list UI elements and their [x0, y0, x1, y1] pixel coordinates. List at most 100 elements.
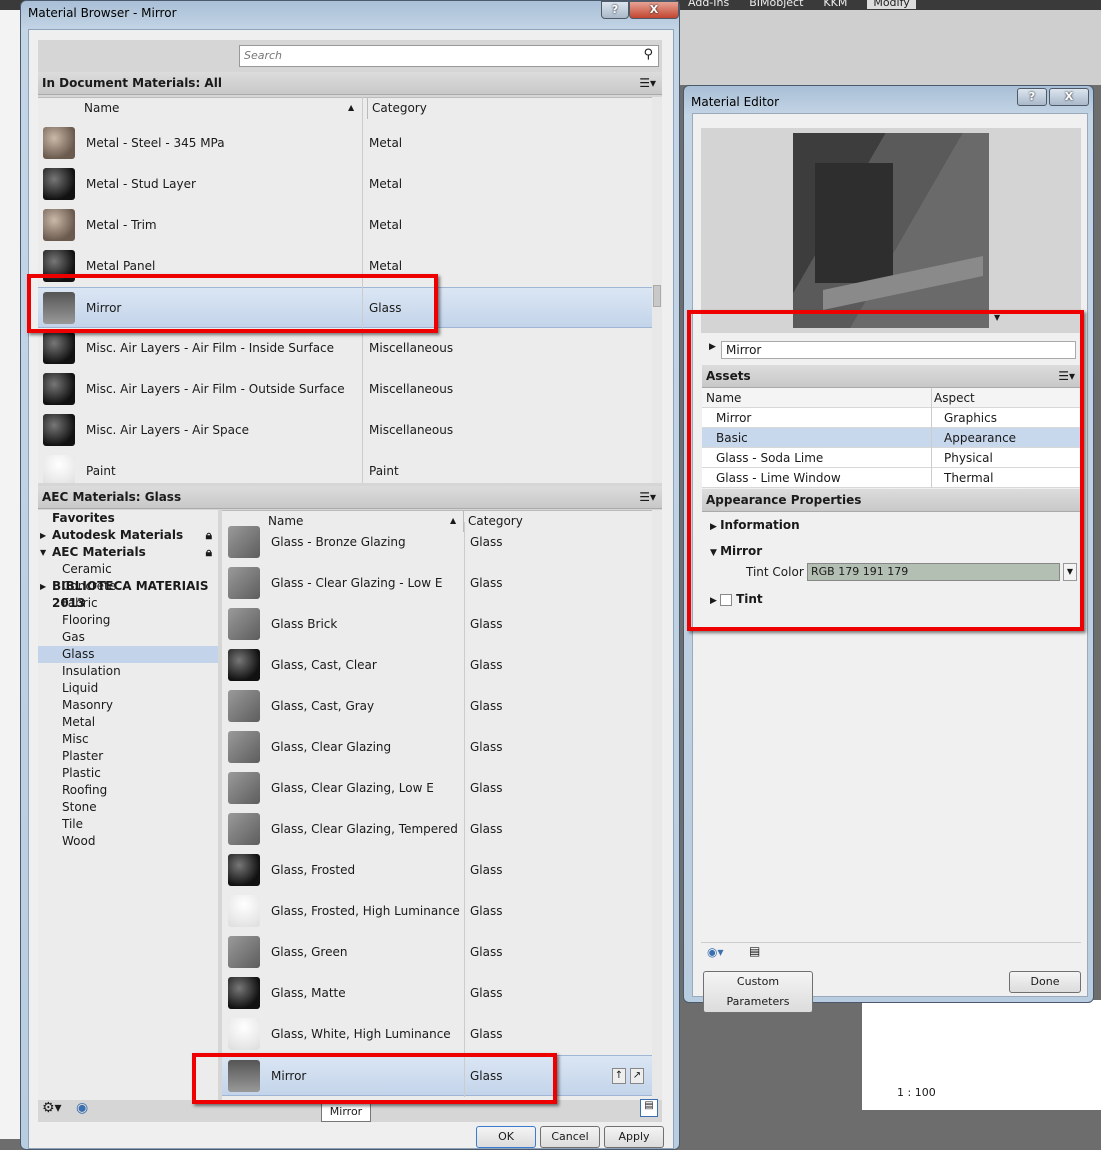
- tree-item[interactable]: Tile: [38, 816, 218, 833]
- close-button[interactable]: X: [1049, 88, 1089, 106]
- library-material-row[interactable]: Glass, Cast, Gray Glass: [222, 686, 652, 727]
- material-thumbnail: [43, 168, 75, 200]
- help-button[interactable]: ?: [601, 1, 629, 19]
- window-title: Material Browser - Mirror: [28, 6, 177, 20]
- apply-button[interactable]: Apply: [604, 1126, 664, 1148]
- col-name[interactable]: Name: [84, 97, 119, 119]
- library-material-row[interactable]: Glass - Clear Glazing - Low E Glass: [222, 563, 652, 604]
- library-list: Name ▲ Category Glass - Bronze Glazing G…: [222, 510, 652, 1100]
- tree-item[interactable]: Misc: [38, 731, 218, 748]
- toggle-library-icon[interactable]: ▤: [640, 1099, 658, 1117]
- browser-content: Search ⚲ In Document Materials: All ☰▾ N…: [38, 40, 662, 1122]
- tree-item[interactable]: Wood: [38, 833, 218, 850]
- library-material-row[interactable]: Glass, Clear Glazing Glass: [222, 727, 652, 768]
- material-thumbnail: [228, 772, 260, 804]
- material-row[interactable]: Misc. Air Layers - Air Space Miscellaneo…: [38, 410, 652, 451]
- list-view-icon[interactable]: ☰▾: [639, 72, 656, 94]
- tree-item[interactable]: Stone: [38, 799, 218, 816]
- tree-item[interactable]: Metal: [38, 714, 218, 731]
- close-button[interactable]: X: [629, 1, 679, 19]
- search-icon[interactable]: ⚲: [643, 47, 653, 62]
- tree-item[interactable]: Ceramic: [38, 561, 218, 578]
- create-material-icon[interactable]: ◉: [76, 1100, 88, 1116]
- doc-scrollbar[interactable]: [652, 97, 662, 483]
- material-thumbnail: [228, 608, 260, 640]
- list-view-icon[interactable]: ☰▾: [639, 486, 656, 508]
- material-name: Metal - Stud Layer: [86, 177, 196, 191]
- library-material-row[interactable]: Glass - Bronze Glazing Glass: [222, 522, 652, 563]
- tree-item[interactable]: Plaster: [38, 748, 218, 765]
- tree-item[interactable]: Insulation: [38, 663, 218, 680]
- doc-materials-header: In Document Materials: All ☰▾: [38, 72, 662, 95]
- ok-button[interactable]: OK: [476, 1126, 536, 1148]
- highlight-doc-mirror: [27, 274, 438, 333]
- library-header: AEC Materials: Glass ☰▾: [38, 486, 662, 509]
- library-rows: Glass - Bronze Glazing Glass Glass - Cle…: [222, 522, 652, 1100]
- material-category: Glass: [470, 986, 503, 1000]
- library-material-row[interactable]: Glass, Matte Glass: [222, 973, 652, 1014]
- library-material-row[interactable]: Glass, White, High Luminance Glass: [222, 1014, 652, 1055]
- material-name: Glass - Clear Glazing - Low E: [271, 576, 443, 590]
- tree-biblioteca[interactable]: ▶ BIBLIOTECA MATERIAIS 2013: [38, 578, 218, 610]
- material-category: Paint: [369, 464, 399, 478]
- tree-item[interactable]: Gas: [38, 629, 218, 646]
- material-name: Glass, Matte: [271, 986, 346, 1000]
- ribbon-tab[interactable]: Add-Ins: [688, 0, 729, 9]
- tree-item[interactable]: Roofing: [38, 782, 218, 799]
- tree-favorites[interactable]: Favorites: [38, 510, 218, 527]
- settings-gear-icon[interactable]: ⚙▾: [42, 1100, 62, 1116]
- done-button[interactable]: Done: [1009, 971, 1081, 993]
- material-row[interactable]: Misc. Air Layers - Air Film - Inside Sur…: [38, 328, 652, 369]
- library-list-header: Name ▲ Category: [222, 510, 652, 532]
- add-to-document-icon[interactable]: ↑: [612, 1068, 626, 1084]
- material-thumbnail: [228, 690, 260, 722]
- help-button[interactable]: ?: [1017, 88, 1047, 106]
- material-category: Miscellaneous: [369, 423, 454, 437]
- material-row[interactable]: Metal - Stud Layer Metal: [38, 164, 652, 205]
- library-material-row[interactable]: Glass, Frosted Glass: [222, 850, 652, 891]
- material-row[interactable]: Metal - Steel - 345 MPa Metal: [38, 123, 652, 164]
- ribbon-tab[interactable]: KKM: [823, 0, 847, 9]
- asset-add-icon[interactable]: ◉▾: [707, 945, 724, 959]
- tree-aec-materials[interactable]: ▼ AEC Materials 🔒︎: [38, 544, 218, 561]
- material-category: Glass: [470, 740, 503, 754]
- material-category: Glass: [470, 945, 503, 959]
- library-material-row[interactable]: Glass, Frosted, High Luminance Glass: [222, 891, 652, 932]
- tree-item[interactable]: Glass: [38, 646, 218, 663]
- ribbon-tab[interactable]: Modify: [867, 0, 916, 9]
- lock-icon: 🔒︎: [205, 545, 212, 559]
- material-category: Glass: [470, 535, 503, 549]
- material-category: Miscellaneous: [369, 382, 454, 396]
- tree-item[interactable]: Plastic: [38, 765, 218, 782]
- tree-item[interactable]: Masonry: [38, 697, 218, 714]
- material-name: Glass, Clear Glazing: [271, 740, 392, 754]
- search-input[interactable]: Search: [244, 49, 282, 62]
- ribbon-tabs: Add-Ins BIMobject KKM Modify: [688, 0, 916, 9]
- asset-browser-icon[interactable]: ▤: [749, 944, 760, 958]
- tree-item[interactable]: Flooring: [38, 612, 218, 629]
- material-name: Paint: [86, 464, 116, 478]
- preview-area: ▼: [701, 128, 1081, 333]
- material-thumbnail: [228, 649, 260, 681]
- cancel-button[interactable]: Cancel: [540, 1126, 600, 1148]
- tree-item[interactable]: Liquid: [38, 680, 218, 697]
- library-material-row[interactable]: Glass, Clear Glazing, Tempered Glass: [222, 809, 652, 850]
- window-title: Material Editor: [691, 95, 780, 109]
- material-thumbnail: [228, 895, 260, 927]
- custom-parameters-button[interactable]: Custom Parameters: [703, 971, 813, 1013]
- material-row[interactable]: Metal - Trim Metal: [38, 205, 652, 246]
- library-material-row[interactable]: Glass, Cast, Clear Glass: [222, 645, 652, 686]
- search-box[interactable]: Search ⚲: [239, 45, 659, 67]
- material-row[interactable]: Paint Paint: [38, 451, 652, 483]
- library-material-row[interactable]: Glass Brick Glass: [222, 604, 652, 645]
- tree-autodesk-materials[interactable]: ▶ Autodesk Materials 🔒︎: [38, 527, 218, 544]
- col-category[interactable]: Category: [367, 97, 427, 119]
- library-material-row[interactable]: Glass, Green Glass: [222, 932, 652, 973]
- material-row[interactable]: Misc. Air Layers - Air Film - Outside Su…: [38, 369, 652, 410]
- material-name: Glass, Cast, Gray: [271, 699, 375, 713]
- add-and-edit-icon[interactable]: ↗: [630, 1068, 644, 1084]
- ribbon-tab[interactable]: BIMobject: [749, 0, 803, 9]
- material-name: Glass, Frosted: [271, 863, 356, 877]
- library-scrollbar[interactable]: [652, 510, 662, 1100]
- library-material-row[interactable]: Glass, Clear Glazing, Low E Glass: [222, 768, 652, 809]
